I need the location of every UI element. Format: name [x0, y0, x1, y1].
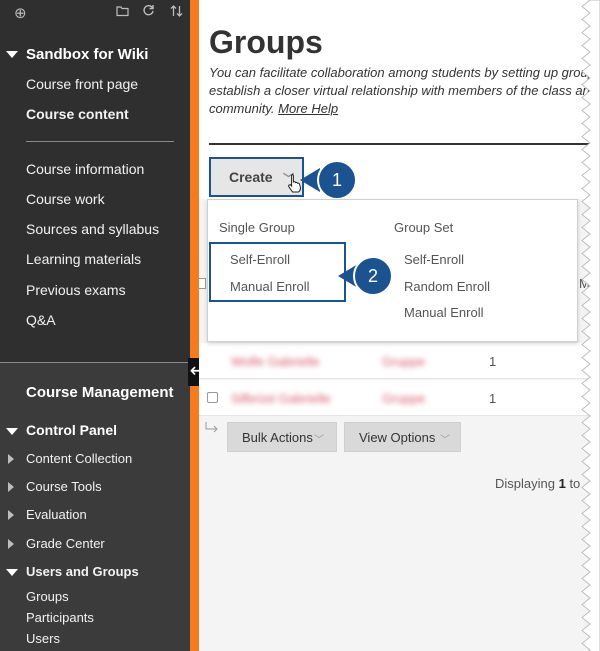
expand-chevron-icon[interactable]	[6, 51, 18, 58]
create-button[interactable]: Create ﹀	[209, 157, 304, 197]
expand-chevron-icon[interactable]	[6, 428, 18, 435]
description-text: community.	[209, 101, 279, 116]
course-management-panel: Course Management Control Panel Content …	[0, 362, 190, 651]
highlight-box	[209, 242, 346, 302]
sort-icon[interactable]	[170, 4, 183, 22]
sidebar-item-course-content[interactable]: Course content	[26, 106, 129, 122]
chevron-down-icon: ﹀	[314, 435, 324, 446]
page-description: You can facilitate collaboration among s…	[209, 64, 599, 118]
sidebar-item-course-front-page[interactable]: Course front page	[26, 76, 138, 92]
more-help-link[interactable]: More Help	[278, 101, 338, 116]
sidebar-item-previous-exams[interactable]: Previous exams	[26, 282, 126, 298]
control-item-grade-center[interactable]: Grade Center	[26, 536, 105, 551]
course-name[interactable]: Sandbox for Wiki	[26, 46, 148, 63]
view-options-button[interactable]: View Options ﹀	[344, 422, 461, 452]
member-count: 1	[489, 354, 497, 369]
select-arrow-icon	[205, 422, 219, 437]
collapsed-chevron-icon[interactable]	[8, 510, 14, 520]
member-count: 1	[489, 391, 497, 406]
subitem-participants[interactable]: Participants	[26, 610, 94, 625]
table-row[interactable]: Sifbrüst Gabrielle Gruppe 1	[199, 380, 600, 416]
page-title: Groups	[209, 24, 323, 60]
collapsed-chevron-icon[interactable]	[8, 539, 14, 549]
collapsed-chevron-icon[interactable]	[8, 454, 14, 464]
view-options-label: View Options	[359, 430, 436, 445]
collapsed-chevron-icon[interactable]	[8, 482, 14, 492]
create-dropdown-menu: Single Group Group Set Self-Enroll Manua…	[207, 199, 578, 342]
torn-edge-decoration	[581, 0, 600, 651]
chevron-down-icon: ﹀	[440, 435, 450, 446]
control-item-users-groups[interactable]: Users and Groups	[26, 564, 139, 579]
control-panel-heading[interactable]: Control Panel	[26, 422, 117, 438]
displaying-number: 1	[558, 476, 566, 491]
course-management-heading: Course Management	[26, 384, 174, 401]
set-random-enroll-item[interactable]: Random Enroll	[404, 279, 490, 294]
sidebar-item-course-work[interactable]: Course work	[26, 191, 105, 207]
set-self-enroll-item[interactable]: Self-Enroll	[404, 252, 464, 267]
course-menu-panel: ⊕ Sandbox for Wiki Course front page Cou…	[0, 0, 190, 362]
bulk-actions-button[interactable]: Bulk Actions ﹀	[227, 422, 337, 452]
add-icon[interactable]: ⊕	[14, 4, 27, 22]
pagination-status: Displaying 1 to	[495, 476, 580, 491]
select-all-checkbox[interactable]	[199, 278, 206, 289]
refresh-icon[interactable]	[142, 4, 155, 21]
sidebar-item-learning-materials[interactable]: Learning materials	[26, 251, 141, 267]
set-manual-enroll-item[interactable]: Manual Enroll	[404, 305, 484, 320]
displaying-text: Displaying	[495, 476, 559, 491]
bulk-actions-label: Bulk Actions	[242, 430, 313, 445]
single-group-heading: Single Group	[219, 220, 295, 235]
sidebar-separator	[0, 362, 190, 363]
table-action-bar: Bulk Actions ﹀ View Options ﹀	[199, 416, 600, 456]
expand-chevron-icon[interactable]	[6, 569, 18, 576]
subitem-groups[interactable]: Groups	[26, 589, 69, 604]
callout-badge-1: 1	[317, 160, 357, 200]
action-bar: Create ﹀ t	[199, 145, 600, 199]
course-sidebar: ⊕ Sandbox for Wiki Course front page Cou…	[0, 0, 190, 651]
page-header: Groups You can facilitate collaboration …	[199, 0, 600, 145]
table-row[interactable]: Wolfe Gabrielle Gruppe 1	[199, 343, 600, 379]
control-item-evaluation[interactable]: Evaluation	[26, 507, 87, 522]
description-line: community. More Help	[209, 100, 599, 118]
create-button-label: Create	[229, 169, 273, 185]
sidebar-accent-strip	[190, 0, 199, 651]
row-checkbox[interactable]	[207, 392, 218, 403]
sidebar-divider	[26, 141, 174, 142]
control-item-content-collection[interactable]: Content Collection	[26, 451, 132, 466]
group-set-heading: Group Set	[394, 220, 454, 235]
control-item-course-tools[interactable]: Course Tools	[26, 479, 102, 494]
subitem-users[interactable]: Users	[26, 631, 60, 646]
main-content: Groups You can facilitate collaboration …	[199, 0, 600, 651]
group-type: Gruppe	[382, 391, 426, 406]
callout-badge-2: 2	[353, 256, 393, 296]
group-type: Gruppe	[382, 354, 426, 369]
sidebar-item-sources-syllabus[interactable]: Sources and syllabus	[26, 221, 159, 237]
group-name[interactable]: Wolfe Gabrielle	[231, 354, 320, 369]
description-line: establish a closer virtual relationship …	[209, 83, 590, 98]
group-name[interactable]: Sifbrüst Gabrielle	[231, 391, 331, 406]
description-line: You can facilitate collaboration among s…	[209, 65, 595, 80]
folder-icon[interactable]	[116, 4, 129, 21]
sidebar-item-qa[interactable]: Q&A	[26, 312, 56, 328]
sidebar-item-course-information[interactable]: Course information	[26, 161, 144, 177]
